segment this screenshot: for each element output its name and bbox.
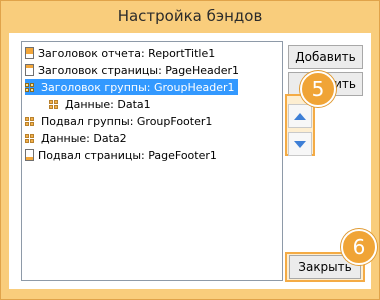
report-title-band-icon <box>25 47 34 59</box>
group-header-band-icon <box>25 82 37 92</box>
dialog-client-area: Заголовок отчета: ReportTitle1 Заголовок… <box>9 33 377 289</box>
move-up-button[interactable] <box>288 104 312 128</box>
page-footer-band-icon <box>25 149 34 161</box>
band-item-page-footer[interactable]: Подвал страницы: PageFooter1 <box>25 147 220 163</box>
band-item-label: Заголовок страницы: PageHeader1 <box>38 63 239 77</box>
band-item-group-footer[interactable]: Подвал группы: GroupFooter1 <box>25 113 215 129</box>
band-item-label: Подвал страницы: PageFooter1 <box>38 148 217 162</box>
page-header-band-icon <box>25 64 34 76</box>
band-list[interactable]: Заголовок отчета: ReportTitle1 Заголовок… <box>21 41 283 281</box>
band-item-data2[interactable]: Данные: Data2 <box>25 130 130 146</box>
add-band-button[interactable]: Добавить <box>288 45 363 69</box>
group-footer-band-icon <box>25 116 37 126</box>
band-item-label: Заголовок группы: GroupHeader1 <box>41 80 235 94</box>
data-band-icon <box>49 99 61 109</box>
move-down-button[interactable] <box>288 132 312 156</box>
data-band-icon <box>25 133 37 143</box>
band-item-group-header[interactable]: Заголовок группы: GroupHeader1 <box>25 79 238 95</box>
dialog-window: Настройка бэндов Заголовок отчета: Repor… <box>0 0 380 300</box>
band-item-label: Заголовок отчета: ReportTitle1 <box>38 46 216 60</box>
arrow-up-icon <box>294 112 306 120</box>
band-item-data1[interactable]: Данные: Data1 <box>49 96 154 112</box>
callout-5: 5 <box>300 71 336 107</box>
dialog-title: Настройка бэндов <box>117 7 263 25</box>
band-item-report-title[interactable]: Заголовок отчета: ReportTitle1 <box>25 45 218 61</box>
callout-6: 6 <box>341 229 377 265</box>
band-item-label: Данные: Data2 <box>41 131 127 145</box>
arrow-down-icon <box>294 140 306 148</box>
band-item-label: Подвал группы: GroupFooter1 <box>41 114 213 128</box>
band-item-label: Данные: Data1 <box>65 97 151 111</box>
band-item-page-header[interactable]: Заголовок страницы: PageHeader1 <box>25 62 242 78</box>
